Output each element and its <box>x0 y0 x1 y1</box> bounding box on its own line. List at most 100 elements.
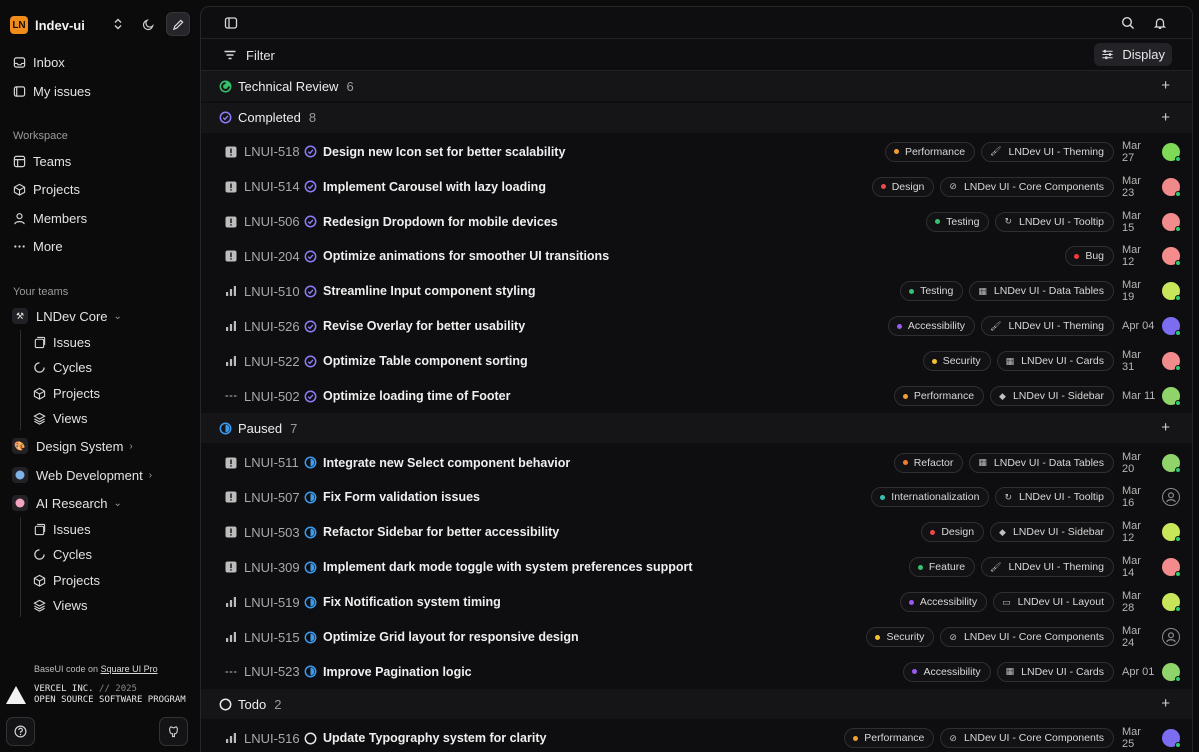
add-issue-plus-icon[interactable]: + <box>1161 78 1170 93</box>
issue-row[interactable]: LNUI-510 Streamline Input component styli… <box>201 274 1192 309</box>
label-chip[interactable]: Refactor <box>893 452 964 473</box>
priority-urgent-icon[interactable] <box>225 146 237 158</box>
issue-row[interactable]: LNUI-519 Fix Notification system timing Ac… <box>201 585 1192 620</box>
team-lndev-core-projects[interactable]: Projects <box>26 380 194 406</box>
assignee-avatar[interactable] <box>1162 593 1181 613</box>
status-paused-icon[interactable] <box>304 491 317 504</box>
filter-button[interactable]: Filter <box>223 45 275 65</box>
priority-high-icon[interactable] <box>225 320 237 332</box>
status-completed-icon[interactable] <box>304 390 317 403</box>
project-chip[interactable]: ⊘ LNDev UI - Core Components <box>940 627 1114 647</box>
assignee-avatar[interactable] <box>1162 247 1181 267</box>
nav-my-issues[interactable]: My issues <box>6 78 194 104</box>
issue-row[interactable]: LNUI-514 Implement Carousel with lazy loa… <box>201 169 1192 204</box>
project-chip[interactable]: ▦ LNDev UI - Data Tables <box>969 281 1114 302</box>
label-chip[interactable]: Accessibility <box>887 316 976 337</box>
status-completed-icon[interactable] <box>304 215 317 228</box>
priority-none-icon[interactable] <box>225 666 237 678</box>
label-chip[interactable]: Performance <box>893 386 985 406</box>
label-chip[interactable]: Testing <box>900 281 964 302</box>
project-chip[interactable]: 🖌 LNDev UI - Theming <box>981 141 1114 162</box>
status-completed-icon[interactable] <box>304 285 317 298</box>
add-issue-plus-icon[interactable]: + <box>1161 696 1170 711</box>
assignee-avatar[interactable] <box>1162 453 1181 473</box>
team-lndev-core-cycles[interactable]: Cycles <box>26 354 194 380</box>
issue-row[interactable]: LNUI-503 Refactor Sidebar for better acce… <box>201 515 1192 550</box>
group-header-todo[interactable]: Todo 2 + <box>201 689 1192 720</box>
assignee-avatar[interactable] <box>1162 317 1181 337</box>
assignee-avatar[interactable] <box>1162 523 1181 543</box>
status-paused-icon[interactable] <box>304 561 317 574</box>
add-issue-plus-icon[interactable]: + <box>1161 420 1170 435</box>
project-chip[interactable]: ▦ LNDev UI - Cards <box>996 351 1114 372</box>
status-completed-icon[interactable] <box>304 320 317 333</box>
status-completed-icon[interactable] <box>304 250 317 263</box>
status-paused-icon[interactable] <box>304 665 317 678</box>
issue-row[interactable]: LNUI-523 Improve Pagination logic Accessib… <box>201 654 1192 689</box>
project-chip[interactable]: ⊘ LNDev UI - Core Components <box>940 176 1114 197</box>
issue-row[interactable]: LNUI-309 Implement dark mode toggle with … <box>201 550 1192 585</box>
priority-urgent-icon[interactable] <box>225 216 237 228</box>
project-chip[interactable]: 🖌 LNDev UI - Theming <box>981 316 1114 337</box>
status-completed-icon[interactable] <box>304 355 317 368</box>
status-todo-icon[interactable] <box>304 732 317 745</box>
priority-urgent-icon[interactable] <box>225 491 237 503</box>
group-header-review[interactable]: Technical Review 6 + <box>201 71 1192 101</box>
team-lndev-core-issues[interactable]: Issues <box>26 329 194 355</box>
issue-row[interactable]: LNUI-522 Optimize Table component sorting… <box>201 344 1192 379</box>
notifications-button[interactable] <box>1148 11 1172 35</box>
assignee-avatar[interactable] <box>1162 729 1181 749</box>
assignee-avatar[interactable] <box>1162 662 1181 682</box>
label-chip[interactable]: Performance <box>884 141 976 162</box>
vercel-oss-badge[interactable]: VERCEL INC. // 2025 OPEN SOURCE SOFTWARE… <box>6 684 186 706</box>
team-design-system[interactable]: 🎨 Design System › <box>6 433 194 459</box>
team-ai-research-views[interactable]: Views <box>26 592 194 618</box>
label-chip[interactable]: Bug <box>1065 246 1114 267</box>
issue-row[interactable]: LNUI-518 Design new Icon set for better s… <box>201 134 1192 169</box>
priority-high-icon[interactable] <box>225 285 237 297</box>
issue-row[interactable]: LNUI-516 Update Typography system for cla… <box>201 721 1192 752</box>
status-paused-icon[interactable] <box>304 631 317 644</box>
issue-row[interactable]: LNUI-507 Fix Form validation issues Intern… <box>201 480 1192 515</box>
team-web-development[interactable]: Web Development › <box>6 462 194 488</box>
nav-members[interactable]: Members <box>6 205 194 231</box>
label-chip[interactable]: Accessibility <box>903 661 991 682</box>
team-lndev-core[interactable]: ⚒ LNDev Core ⌄ <box>6 303 194 329</box>
priority-high-icon[interactable] <box>225 732 237 744</box>
label-chip[interactable]: Design <box>921 522 985 543</box>
team-ai-research-cycles[interactable]: Cycles <box>26 541 194 567</box>
project-chip[interactable]: ◆ LNDev UI - Sidebar <box>990 522 1114 543</box>
project-chip[interactable]: ▦ LNDev UI - Data Tables <box>969 452 1114 473</box>
nav-more[interactable]: More <box>6 233 194 259</box>
assignee-avatar[interactable] <box>1162 352 1181 372</box>
toggle-sidebar-button[interactable] <box>219 11 243 35</box>
add-issue-plus-icon[interactable]: + <box>1161 110 1170 125</box>
status-paused-icon[interactable] <box>304 456 317 469</box>
assignee-avatar[interactable] <box>1162 387 1181 406</box>
team-ai-research[interactable]: AI Research ⌄ <box>6 490 194 516</box>
nav-inbox[interactable]: Inbox <box>6 49 194 75</box>
priority-urgent-icon[interactable] <box>225 250 237 262</box>
issue-row[interactable]: LNUI-506 Redesign Dropdown for mobile dev… <box>201 204 1192 239</box>
assignee-avatar[interactable] <box>1162 177 1181 197</box>
label-chip[interactable]: Security <box>922 351 991 372</box>
label-chip[interactable]: Accessibility <box>899 592 988 613</box>
project-chip[interactable]: ⊘ LNDev UI - Core Components <box>940 728 1114 749</box>
display-button[interactable]: Display <box>1094 43 1172 66</box>
priority-urgent-icon[interactable] <box>225 561 237 573</box>
priority-urgent-icon[interactable] <box>225 181 237 193</box>
project-chip[interactable]: ↻ LNDev UI - Tooltip <box>995 211 1114 232</box>
team-ai-research-issues[interactable]: Issues <box>26 516 194 542</box>
issue-row[interactable]: LNUI-511 Integrate new Select component b… <box>201 445 1192 480</box>
group-header-completed[interactable]: Completed 8 + <box>201 102 1192 133</box>
label-chip[interactable]: Design <box>871 176 935 197</box>
priority-high-icon[interactable] <box>225 631 237 643</box>
project-chip[interactable]: 🖌 LNDev UI - Theming <box>981 557 1114 578</box>
github-button[interactable] <box>159 717 188 746</box>
assignee-avatar[interactable] <box>1162 558 1181 578</box>
nav-teams[interactable]: Teams <box>6 148 194 174</box>
status-paused-icon[interactable] <box>304 596 317 609</box>
workspace-switcher[interactable]: LN lndev-ui <box>10 12 190 38</box>
issue-row[interactable]: LNUI-204 Optimize animations for smoother… <box>201 239 1192 274</box>
team-ai-research-projects[interactable]: Projects <box>26 567 194 593</box>
